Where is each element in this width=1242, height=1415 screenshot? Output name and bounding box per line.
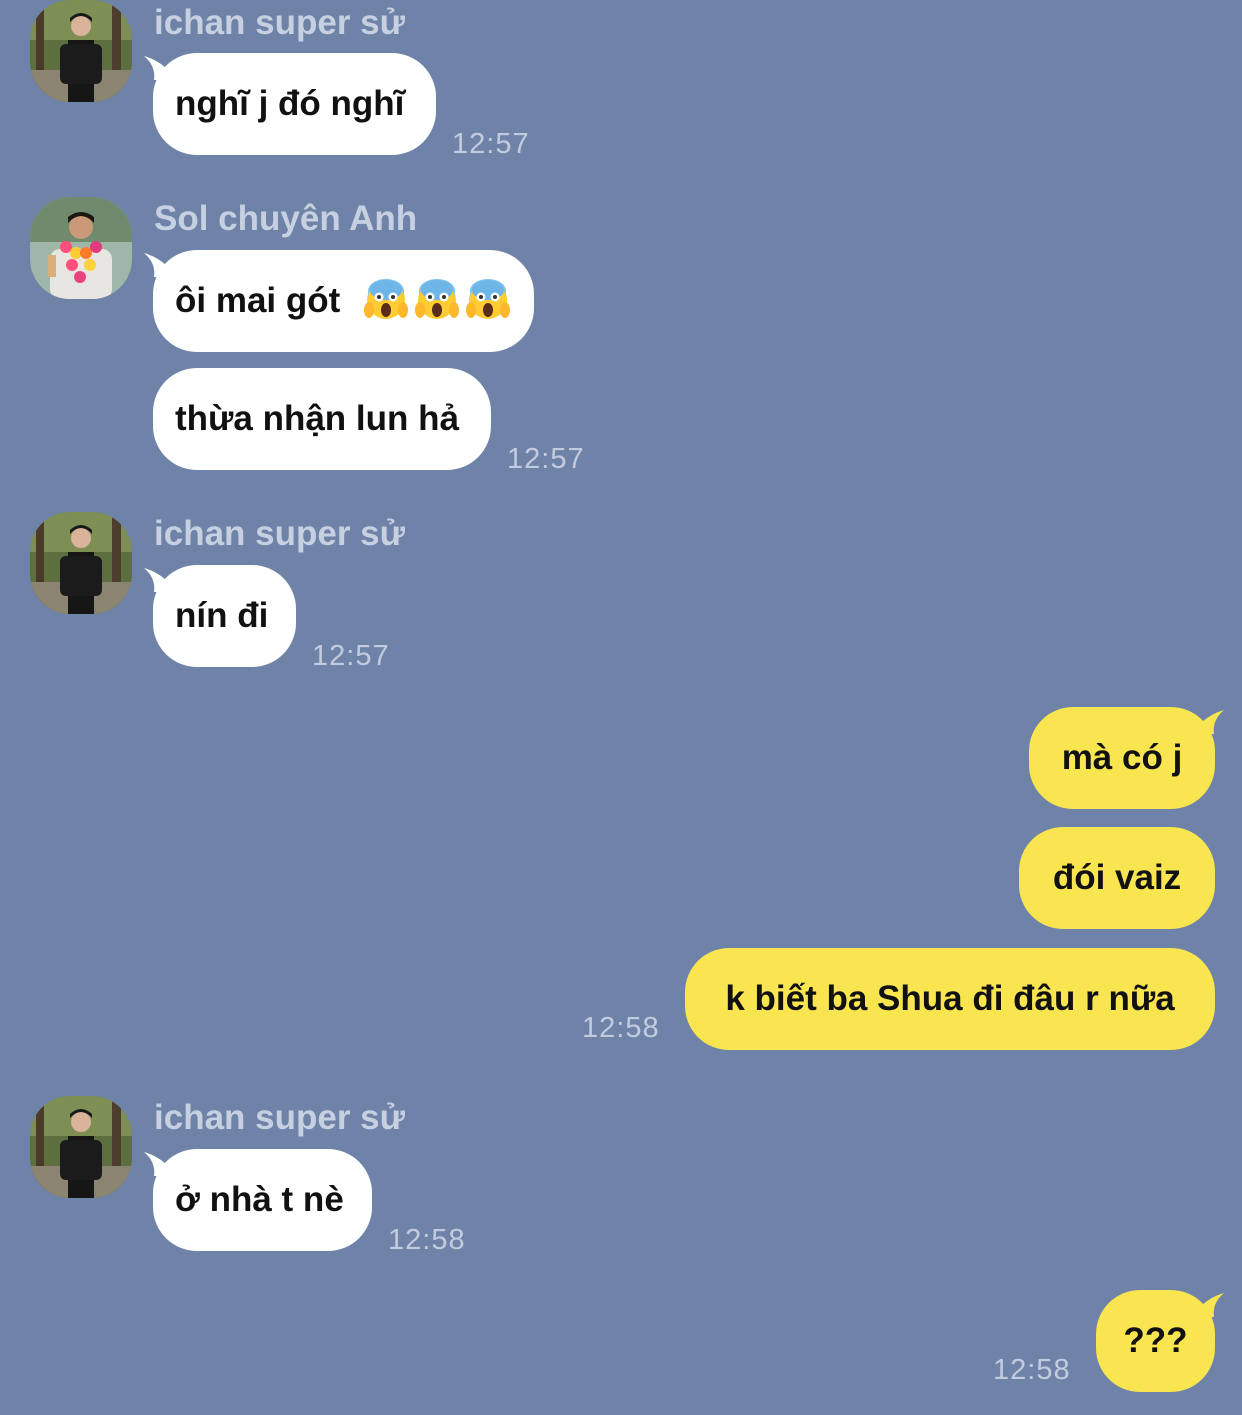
- message-timestamp: 12:57: [452, 128, 530, 160]
- message-timestamp: 12:58: [582, 1012, 660, 1044]
- message-bubble[interactable]: k biết ba Shua đi đâu r nữa: [685, 948, 1215, 1050]
- message-bubble[interactable]: thừa nhận lun hả: [153, 368, 491, 470]
- avatar-sol[interactable]: [30, 197, 132, 299]
- message-timestamp: 12:58: [993, 1354, 1071, 1386]
- message-bubble[interactable]: nín đi: [153, 565, 296, 667]
- sender-name: ichan super sử: [154, 3, 405, 42]
- message-bubble[interactable]: nghĩ j đó nghĩ: [153, 53, 436, 155]
- avatar-photo-icon: [30, 512, 132, 614]
- avatar-photo-icon: [30, 197, 132, 299]
- avatar-photo-icon: [30, 1096, 132, 1198]
- sender-name: Sol chuyên Anh: [154, 199, 418, 238]
- message-timestamp: 12:57: [312, 640, 390, 672]
- avatar-ichan[interactable]: [30, 0, 132, 102]
- sender-name: ichan super sử: [154, 514, 405, 553]
- message-timestamp: 12:57: [507, 443, 585, 475]
- message-bubble[interactable]: mà có j: [1029, 707, 1215, 809]
- face-screaming-in-fear-icon: [364, 277, 408, 321]
- face-screaming-in-fear-icon: [466, 277, 510, 321]
- message-bubble[interactable]: đói vaiz: [1019, 827, 1215, 929]
- sender-name: ichan super sử: [154, 1098, 405, 1137]
- face-screaming-in-fear-icon: [415, 277, 459, 321]
- avatar-ichan[interactable]: [30, 1096, 132, 1198]
- message-bubble[interactable]: ở nhà t nè: [153, 1149, 372, 1251]
- avatar-photo-icon: [30, 0, 132, 102]
- message-bubble[interactable]: ôi mai gót: [153, 250, 534, 352]
- avatar-ichan[interactable]: [30, 512, 132, 614]
- message-text: ôi mai gót: [175, 281, 341, 320]
- message-timestamp: 12:58: [388, 1224, 466, 1256]
- message-bubble[interactable]: ???: [1096, 1290, 1215, 1392]
